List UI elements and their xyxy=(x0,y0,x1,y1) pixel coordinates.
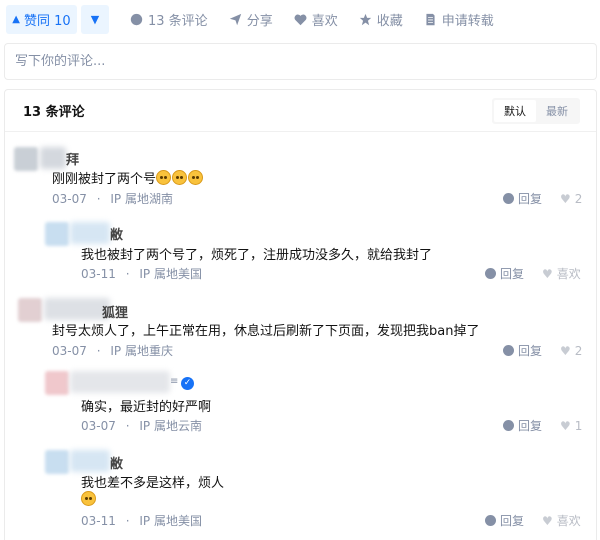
username-blurred[interactable] xyxy=(40,147,66,169)
comment-text: 我也差不多是这样，烦人 xyxy=(81,476,225,491)
comment-like-button[interactable]: ♥ 1 xyxy=(560,419,582,433)
comment-meta: 03-07 · IP 属地湖南 xyxy=(52,192,173,206)
comment-date: 03-11 xyxy=(81,514,116,528)
comment-tools: 回复 ♥ 1 xyxy=(503,417,582,434)
avatar[interactable] xyxy=(45,222,69,246)
share-button[interactable]: 分享 xyxy=(229,10,273,29)
comment-date: 03-07 xyxy=(81,419,116,433)
username-blurred[interactable] xyxy=(44,298,110,320)
reply-icon xyxy=(503,193,514,204)
vote-down-button[interactable]: ▼ xyxy=(81,4,109,34)
username-badge: ≡ xyxy=(170,376,179,387)
triangle-up-icon: ▲ xyxy=(12,13,20,25)
comment-input-box xyxy=(4,43,597,80)
reply-button[interactable]: 回复 xyxy=(503,342,542,359)
crying-emoji-icon xyxy=(81,491,96,506)
reply-icon xyxy=(485,515,496,526)
comments-header: 13 条评论 默认 最新 xyxy=(5,90,596,132)
comment-like-button[interactable]: ♥ 喜欢 xyxy=(542,265,581,282)
star-icon xyxy=(359,13,371,25)
like-label: 喜欢 xyxy=(311,13,338,29)
comments-title: 13 条评论 xyxy=(23,105,85,120)
share-label: 分享 xyxy=(246,13,273,29)
comment-tools: 回复 ♥ 2 xyxy=(503,342,582,359)
favorite-label: 收藏 xyxy=(376,13,403,29)
comment-icon xyxy=(130,13,143,25)
reply-button[interactable]: 回复 xyxy=(503,190,542,207)
avatar[interactable] xyxy=(18,298,42,322)
comment-tools: 回复 ♥ 2 xyxy=(503,190,582,207)
crying-emoji-icon xyxy=(188,170,204,185)
comment-meta: 03-11 · IP 属地美国 xyxy=(81,267,202,281)
comment-location: IP 属地重庆 xyxy=(110,344,173,358)
comment-like-button[interactable]: ♥ 2 xyxy=(560,192,582,206)
vote-up-label: 赞同 10 xyxy=(24,13,71,29)
username-tail: 敝 xyxy=(110,228,124,243)
comment-location: IP 属地美国 xyxy=(139,514,202,528)
username-blurred[interactable] xyxy=(70,450,110,472)
reply-button[interactable]: 回复 xyxy=(503,417,542,434)
comment-location: IP 属地云南 xyxy=(139,419,202,433)
avatar[interactable] xyxy=(45,450,69,474)
comment-count-label: 13 条评论 xyxy=(148,13,208,29)
username-tail: 拜 xyxy=(66,153,80,168)
reprint-label: 申请转载 xyxy=(441,13,494,29)
comment-text: 我也被封了两个号了，烦死了，注册成功没多久，就给我封了 xyxy=(81,248,433,263)
reply-icon xyxy=(503,420,514,431)
heart-icon: ♥ xyxy=(542,266,553,281)
comment-tools: 回复 ♥ 喜欢 xyxy=(485,512,581,529)
triangle-down-icon: ▼ xyxy=(90,12,100,26)
heart-icon: ♥ xyxy=(560,191,571,206)
share-icon xyxy=(229,13,241,25)
username-tail: 敝 xyxy=(110,457,124,472)
comment-meta: 03-07 · IP 属地重庆 xyxy=(52,344,173,358)
comment-button[interactable]: 13 条评论 xyxy=(130,10,208,29)
sort-latest-button[interactable]: 最新 xyxy=(536,100,578,122)
reply-icon xyxy=(485,268,496,279)
reply-icon xyxy=(503,345,514,356)
comment-date: 03-07 xyxy=(52,192,87,206)
comment-location: IP 属地湖南 xyxy=(110,192,173,206)
comment-text: 封号太烦人了，上午正常在用，休息过后刷新了下页面，发现把我ban掉了 xyxy=(52,324,480,339)
comment-like-button[interactable]: ♥ 喜欢 xyxy=(542,512,581,529)
crying-emoji-icon xyxy=(156,170,172,185)
crying-emoji-icon xyxy=(172,170,188,185)
heart-icon xyxy=(294,14,307,25)
avatar[interactable] xyxy=(14,147,38,171)
verified-badge-icon: ✓ xyxy=(181,377,194,390)
document-icon xyxy=(426,13,435,25)
sort-toggle: 默认 最新 xyxy=(492,97,580,124)
comment-meta: 03-07 · IP 属地云南 xyxy=(81,419,202,433)
heart-icon: ♥ xyxy=(560,418,571,433)
action-bar: ▲ 赞同 10 ▼ 13 条评论 分享 喜欢 收藏 申请转载 xyxy=(0,0,600,38)
comment-text: 刚刚被封了两个号 xyxy=(52,168,204,187)
comment-date: 03-11 xyxy=(81,267,116,281)
heart-icon: ♥ xyxy=(560,343,571,358)
reprint-button[interactable]: 申请转载 xyxy=(424,10,494,29)
comment-text: 确实，最近封的好严啊 xyxy=(81,400,212,415)
heart-icon: ♥ xyxy=(542,513,553,528)
sort-default-button[interactable]: 默认 xyxy=(494,99,536,122)
like-button[interactable]: 喜欢 xyxy=(294,10,338,29)
username-blurred[interactable] xyxy=(70,222,110,244)
avatar[interactable] xyxy=(45,371,69,395)
reply-button[interactable]: 回复 xyxy=(485,512,524,529)
comment-date: 03-07 xyxy=(52,344,87,358)
comment-input[interactable] xyxy=(15,54,586,69)
username-blurred[interactable] xyxy=(70,371,170,393)
favorite-button[interactable]: 收藏 xyxy=(359,10,403,29)
comment-meta: 03-11 · IP 属地美国 xyxy=(81,514,202,528)
comment-like-button[interactable]: ♥ 2 xyxy=(560,344,582,358)
vote-up-button[interactable]: ▲ 赞同 10 xyxy=(6,4,77,34)
reply-button[interactable]: 回复 xyxy=(485,265,524,282)
comment-tools: 回复 ♥ 喜欢 xyxy=(485,265,581,282)
username-tail: 狐狸 xyxy=(102,306,129,321)
comment-location: IP 属地美国 xyxy=(139,267,202,281)
